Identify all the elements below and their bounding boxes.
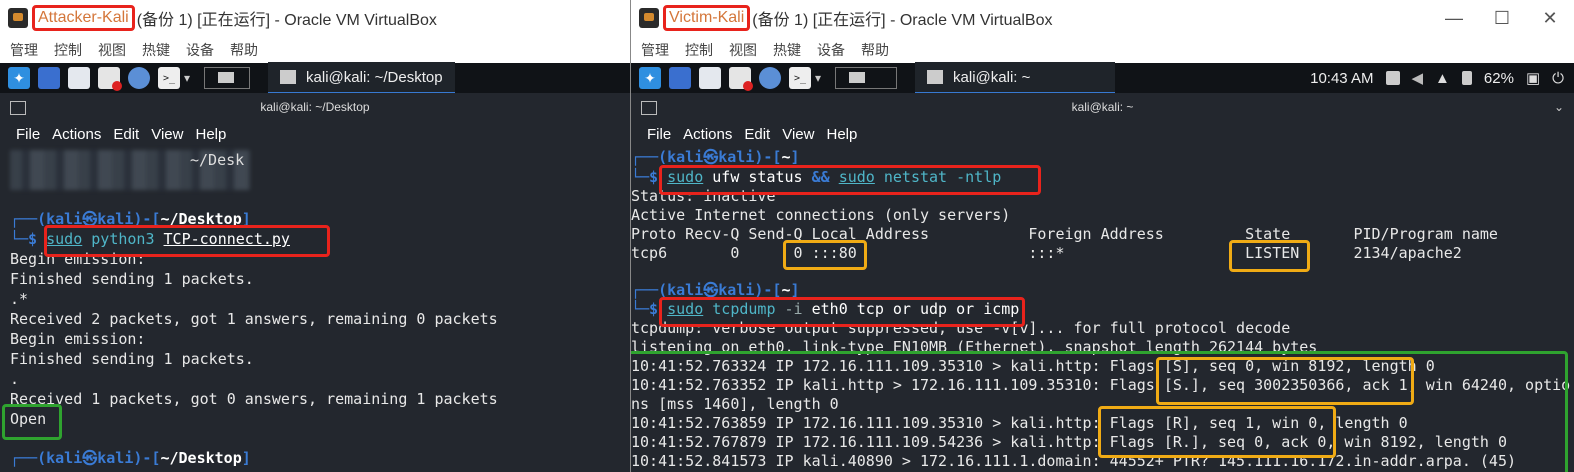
terminal-line: Proto Recv-Q Send-Q Local Address Foreig… xyxy=(631,225,1498,243)
packet-line: 10:41:52.841573 IP kali.40890 > 172.16.1… xyxy=(631,452,1517,470)
result-open: Open xyxy=(10,410,47,428)
cmd-args: ufw status xyxy=(703,168,812,186)
cmd-and: && xyxy=(811,168,830,186)
cmd-sudo: sudo xyxy=(46,230,83,248)
prompt-user: kali㉿kali xyxy=(667,148,755,166)
terminal-line: Active Internet connections (only server… xyxy=(631,206,1011,224)
packet-line: 10:41:52.763859 IP 172.16.111.109.35310 … xyxy=(631,414,1408,432)
terminal-line: Received 1 packets, got 0 answers, remai… xyxy=(10,390,498,408)
cmd-sudo: sudo xyxy=(838,168,875,186)
cmd-flag: -i xyxy=(775,300,803,318)
terminal-line: tcp6 0 0 :::80 :::* LISTEN 2134/apache2 xyxy=(631,244,1462,262)
cmd-args: eth0 tcp or udp or icmp xyxy=(802,300,1020,318)
packet-line: ns [mss 1460], length 0 xyxy=(631,395,839,413)
terminal-line: ~/Desk xyxy=(190,151,245,169)
cmd-file: TCP-connect.py xyxy=(163,230,290,248)
packet-line: 10:41:52.763352 IP kali.http > 172.16.11… xyxy=(631,376,1571,394)
prompt-path: ~ xyxy=(781,148,791,166)
prompt-user: kali㉿kali xyxy=(46,210,134,228)
victim-vm-window: Victim-Kali (备份 1) [正在运行] - Oracle VM Vi… xyxy=(631,0,1574,472)
prompt-path: ~/Desktop xyxy=(160,210,242,228)
cmd-sudo: sudo xyxy=(667,168,704,186)
terminal-command: └─$ sudo ufw status && sudo netstat -ntl… xyxy=(631,168,1002,186)
cmd-args: tcpdump xyxy=(703,300,776,318)
terminal-prompt: ┌──(kali㉿kali)-[~/Desktop] xyxy=(10,449,251,467)
terminal-command: └─$ sudo python3 TCP-connect.py xyxy=(10,230,290,248)
attacker-vm-window: Attacker-Kali (备份 1) [正在运行] - Oracle VM … xyxy=(0,0,631,472)
cmd-sudo: sudo xyxy=(667,300,704,318)
terminal-output[interactable]: ~/Desk ┌──(kali㉿kali)-[~/Desktop] └─$ su… xyxy=(0,0,630,472)
packet-line: 10:41:52.763324 IP 172.16.111.109.35310 … xyxy=(631,357,1435,375)
prompt-path: ~/Desktop xyxy=(160,449,242,467)
terminal-prompt: ┌──(kali㉿kali)-[~/Desktop] xyxy=(10,210,251,228)
terminal-prompt: ┌──(kali㉿kali)-[~] xyxy=(631,281,800,299)
prompt-path: ~ xyxy=(781,281,791,299)
terminal-command: └─$ sudo tcpdump -i eth0 tcp or udp or i… xyxy=(631,300,1020,318)
terminal-line: Begin emission: xyxy=(10,330,146,348)
terminal-line: Received 2 packets, got 1 answers, remai… xyxy=(10,310,498,328)
terminal-line: Finished sending 1 packets. xyxy=(10,350,254,368)
terminal-line: tcpdump: verbose output suppressed, use … xyxy=(631,319,1291,337)
packet-line: 10:41:52.767879 IP 172.16.111.109.54236 … xyxy=(631,433,1507,451)
terminal-line: listening on eth0, link-type EN10MB (Eth… xyxy=(631,338,1318,356)
terminal-output[interactable]: ┌──(kali㉿kali)-[~] └─$ sudo ufw status &… xyxy=(631,0,1574,472)
cmd-args: netstat -ntlp xyxy=(874,168,1002,186)
terminal-line: .* xyxy=(10,290,29,308)
prompt-user: kali㉿kali xyxy=(667,281,755,299)
terminal-line: Begin emission: xyxy=(10,250,146,268)
prompt-user: kali㉿kali xyxy=(46,449,134,467)
terminal-prompt: ┌──(kali㉿kali)-[~] xyxy=(631,148,800,166)
terminal-line: . xyxy=(10,370,20,388)
terminal-line: Status: inactive xyxy=(631,187,776,205)
terminal-line: Finished sending 1 packets. xyxy=(10,270,254,288)
cmd-args: python3 xyxy=(82,230,164,248)
